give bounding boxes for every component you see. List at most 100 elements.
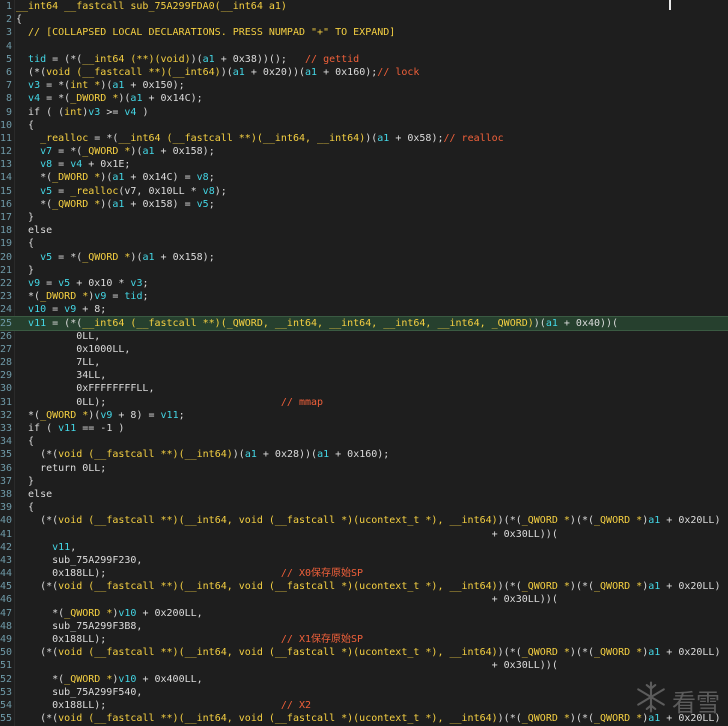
- code-variable: v7: [40, 146, 53, 158]
- line-number: 28: [0, 357, 13, 369]
- code-token: + 0x30LL))(: [16, 660, 558, 672]
- code-line[interactable]: 12 v7 = *(_QWORD *)(a1 + 0x158);: [0, 145, 728, 158]
- code-line[interactable]: 31 0LL); // mmap: [0, 396, 728, 409]
- code-line[interactable]: 44 0x188LL); // X0保存原始SP: [0, 567, 728, 580]
- code-token: *(: [16, 198, 53, 210]
- line-number: 26: [0, 330, 13, 342]
- line-number: 22: [0, 277, 13, 289]
- code-line[interactable]: 2{: [0, 13, 728, 26]
- code-token: = *(: [52, 251, 83, 263]
- pseudocode-view[interactable]: 1 __int64 __fastcall sub_75A299FDA0(__int…: [0, 0, 728, 726]
- code-variable: a1: [244, 449, 257, 461]
- watermark-text: 看雪: [672, 688, 720, 717]
- code-token: 0x188LL);: [16, 634, 281, 645]
- code-line[interactable]: 50 (*(void (__fastcall **)(__int64, void…: [0, 646, 728, 659]
- code-keyword: _DWORD *: [70, 93, 119, 105]
- code-line[interactable]: 23 *(_DWORD *)v9 = tid;: [0, 290, 728, 303]
- code-line[interactable]: 19 {: [0, 237, 728, 250]
- code-line[interactable]: 42 v11,: [0, 541, 728, 554]
- code-line[interactable]: 32 *(_QWORD *)(v9 + 8) = v11;: [0, 409, 728, 422]
- code-line[interactable]: 13 v8 = v4 + 0x1E;: [0, 158, 728, 171]
- code-line[interactable]: 7 v3 = *(int *)(a1 + 0x150);: [0, 79, 728, 92]
- code-line[interactable]: 40 (*(void (__fastcall **)(__int64, void…: [0, 514, 728, 527]
- code-token: 7LL,: [16, 357, 101, 369]
- code-keyword: _QWORD *: [594, 581, 643, 593]
- code-line[interactable]: 6 (*(void (__fastcall **)(__int64))(a1 +…: [0, 66, 728, 79]
- code-line[interactable]: 51 + 0x30LL))(: [0, 659, 728, 672]
- code-variable: v9: [100, 409, 113, 421]
- code-line[interactable]: 15 v5 = _realloc(v7, 0x10LL * v8);: [0, 185, 728, 198]
- code-text: v5 = *(_QWORD *)(a1 + 0x158);: [16, 251, 728, 264]
- code-line[interactable]: 14 *(_DWORD *)(a1 + 0x14C) = v8;: [0, 171, 728, 184]
- code-keyword: int *: [70, 80, 101, 92]
- code-variable: v3: [130, 277, 143, 289]
- line-number: 25: [0, 317, 13, 329]
- code-token: + 0x200LL,: [136, 607, 203, 619]
- code-line[interactable]: 30 0xFFFFFFFFLL,: [0, 382, 728, 395]
- code-line[interactable]: 52 *(_QWORD *)v10 + 0x400LL,: [0, 673, 728, 686]
- code-line[interactable]: 36 return 0LL;: [0, 462, 728, 475]
- code-line[interactable]: 45 (*(void (__fastcall **)(__int64, void…: [0, 580, 728, 593]
- code-line[interactable]: 21 }: [0, 264, 728, 277]
- code-line[interactable]: 18 else: [0, 224, 728, 237]
- code-line[interactable]: 53 sub_75A299F540,: [0, 686, 728, 699]
- code-line[interactable]: 54 0x188LL); // X2: [0, 699, 728, 712]
- code-line[interactable]: 39 {: [0, 501, 728, 514]
- code-line[interactable]: 1 __int64 __fastcall sub_75A299FDA0(__int…: [0, 0, 728, 13]
- line-number: 2: [5, 14, 12, 26]
- code-line[interactable]: 46 + 0x30LL))(: [0, 593, 728, 606]
- code-line[interactable]: 43 sub_75A299F230,: [0, 554, 728, 567]
- code-token: *(: [16, 607, 65, 619]
- code-line[interactable]: 55 (*(void (__fastcall **)(__int64, void…: [0, 712, 728, 725]
- code-line[interactable]: 28 7LL,: [0, 356, 728, 369]
- line-number: 17: [0, 212, 13, 223]
- code-line[interactable]: 22 v9 = v5 + 0x10 * v3;: [0, 277, 728, 290]
- code-line[interactable]: 26 0LL,: [0, 330, 728, 343]
- code-variable: a1: [317, 449, 330, 461]
- code-line[interactable]: 11 _realloc = *(__int64 (__fastcall **)(…: [0, 132, 728, 145]
- code-line[interactable]: 35 (*(void (__fastcall **)(__int64))(a1 …: [0, 448, 728, 461]
- code-line[interactable]: 41 + 0x30LL))(: [0, 528, 728, 541]
- code-variable: a1: [142, 251, 155, 263]
- code-variable: a1: [130, 93, 143, 105]
- code-line[interactable]: 9 if ( (int)v3 >= v4 ): [0, 106, 728, 119]
- code-line[interactable]: 27 0x1000LL,: [0, 343, 728, 356]
- code-line[interactable]: 5 tid = (*(__int64 (**)(void))(a1 + 0x38…: [0, 53, 728, 66]
- code-line[interactable]: 16 *(_QWORD *)(a1 + 0x158) = v5;: [0, 198, 728, 211]
- code-line[interactable]: 33 if ( v11 == -1 ): [0, 422, 728, 435]
- line-number: 37: [0, 475, 13, 487]
- code-line[interactable]: 29 34LL,: [0, 369, 728, 382]
- code-token: ;: [142, 277, 149, 289]
- code-line[interactable]: 25 v11 = (*(__int64 (__fastcall **)(_QWO…: [0, 315, 728, 331]
- code-line[interactable]: 38 else: [0, 488, 728, 501]
- code-line[interactable]: 20 v5 = *(_QWORD *)(a1 + 0x158);: [0, 251, 728, 264]
- code-text: + 0x30LL))(: [16, 528, 728, 541]
- code-comment: // realloc: [443, 132, 504, 144]
- code-token: ,: [70, 541, 77, 553]
- code-keyword: __int64 (__fastcall **)(_QWORD, __int64,…: [82, 317, 534, 329]
- code-line[interactable]: 37 }: [0, 475, 728, 488]
- code-line[interactable]: 34 {: [0, 435, 728, 448]
- code-line[interactable]: 4: [0, 40, 728, 53]
- code-line[interactable]: 10 {: [0, 119, 728, 132]
- code-line[interactable]: 17 }: [0, 211, 728, 224]
- code-line[interactable]: 48 sub_75A299F3B8,: [0, 620, 728, 633]
- code-token: {: [16, 238, 35, 250]
- code-line[interactable]: 3 // [COLLAPSED LOCAL DECLARATIONS. PRES…: [0, 26, 728, 39]
- line-number: 24: [0, 304, 13, 316]
- code-token: (v7, 0x10LL *: [118, 185, 203, 197]
- code-token: + 8) =: [112, 409, 161, 421]
- line-number: 27: [0, 343, 13, 355]
- code-comment: // X0保存原始SP: [280, 568, 364, 580]
- code-text: 0x188LL); // X1保存原始SP: [16, 633, 728, 646]
- code-line[interactable]: 24 v10 = v9 + 8;: [0, 303, 728, 316]
- code-line[interactable]: 8 v4 = *(_DWORD *)(a1 + 0x14C);: [0, 92, 728, 105]
- code-line[interactable]: 47 *(_QWORD *)v10 + 0x200LL,: [0, 607, 728, 620]
- line-number: 7: [5, 80, 12, 92]
- code-line[interactable]: 49 0x188LL); // X1保存原始SP: [0, 633, 728, 646]
- code-text: + 0x30LL))(: [16, 593, 728, 606]
- line-number: 23: [0, 291, 13, 303]
- code-token: )(*(: [569, 581, 595, 593]
